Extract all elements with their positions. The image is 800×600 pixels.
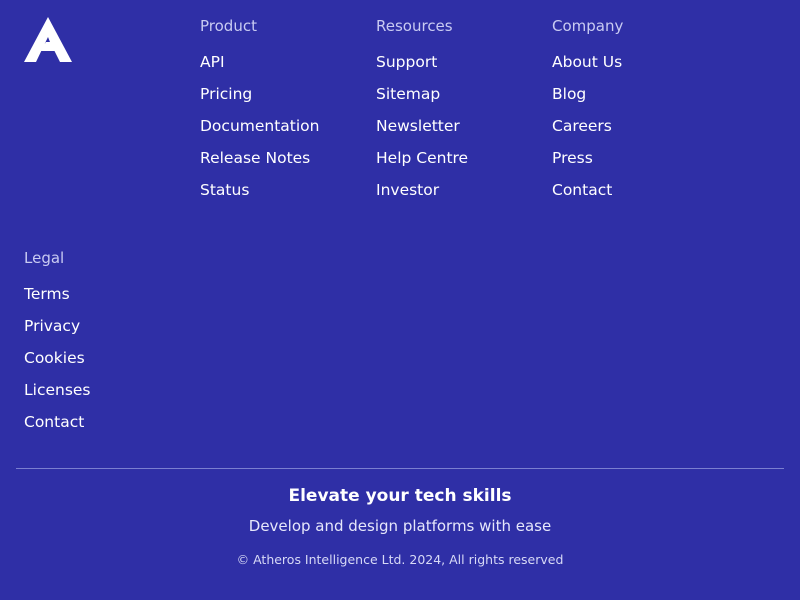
footer-tagline: Elevate your tech skills xyxy=(288,486,512,506)
footer-column-legal: Legal Terms Privacy Cookies Licenses Con… xyxy=(24,248,91,444)
footer-link-release-notes[interactable]: Release Notes xyxy=(200,148,310,168)
atheros-a-logo-icon xyxy=(24,17,72,62)
footer-link-blog[interactable]: Blog xyxy=(552,84,586,104)
footer-link-cookies[interactable]: Cookies xyxy=(24,348,85,368)
footer-column-product: Product API Pricing Documentation Releas… xyxy=(200,16,320,212)
copyright-text: © Atheros Intelligence Ltd. 2024, All ri… xyxy=(236,552,564,567)
home-logo-link[interactable] xyxy=(24,17,72,62)
footer-link-status[interactable]: Status xyxy=(200,180,249,200)
link-list-product: API Pricing Documentation Release Notes … xyxy=(200,52,320,212)
footer-link-licenses[interactable]: Licenses xyxy=(24,380,91,400)
link-list-company: About Us Blog Careers Press Contact xyxy=(552,52,623,212)
footer-link-sitemap[interactable]: Sitemap xyxy=(376,84,440,104)
footer-link-press[interactable]: Press xyxy=(552,148,593,168)
footer-link-support[interactable]: Support xyxy=(376,52,437,72)
footer-column-resources: Resources Support Sitemap Newsletter Hel… xyxy=(376,16,468,212)
footer-bottom: Elevate your tech skills Develop and des… xyxy=(0,484,800,568)
footer-column-company: Company About Us Blog Careers Press Cont… xyxy=(552,16,623,212)
column-title-company: Company xyxy=(552,17,624,35)
footer-divider xyxy=(16,468,784,469)
link-list-resources: Support Sitemap Newsletter Help Centre I… xyxy=(376,52,468,212)
footer-link-company-contact[interactable]: Contact xyxy=(552,180,612,200)
link-list-legal: Terms Privacy Cookies Licenses Contact xyxy=(24,284,91,444)
footer-link-newsletter[interactable]: Newsletter xyxy=(376,116,460,136)
footer-link-help-centre[interactable]: Help Centre xyxy=(376,148,468,168)
footer-link-documentation[interactable]: Documentation xyxy=(200,116,320,136)
footer-link-about-us[interactable]: About Us xyxy=(552,52,622,72)
footer-link-api[interactable]: API xyxy=(200,52,225,72)
column-title-product: Product xyxy=(200,17,257,35)
footer-link-pricing[interactable]: Pricing xyxy=(200,84,252,104)
footer-link-terms[interactable]: Terms xyxy=(24,284,70,304)
column-title-resources: Resources xyxy=(376,17,453,35)
footer-subline: Develop and design platforms with ease xyxy=(248,517,552,535)
site-footer: Product API Pricing Documentation Releas… xyxy=(0,0,800,600)
footer-link-careers[interactable]: Careers xyxy=(552,116,612,136)
footer-link-privacy[interactable]: Privacy xyxy=(24,316,80,336)
footer-link-legal-contact[interactable]: Contact xyxy=(24,412,84,432)
column-title-legal: Legal xyxy=(24,249,65,267)
footer-link-investor[interactable]: Investor xyxy=(376,180,439,200)
